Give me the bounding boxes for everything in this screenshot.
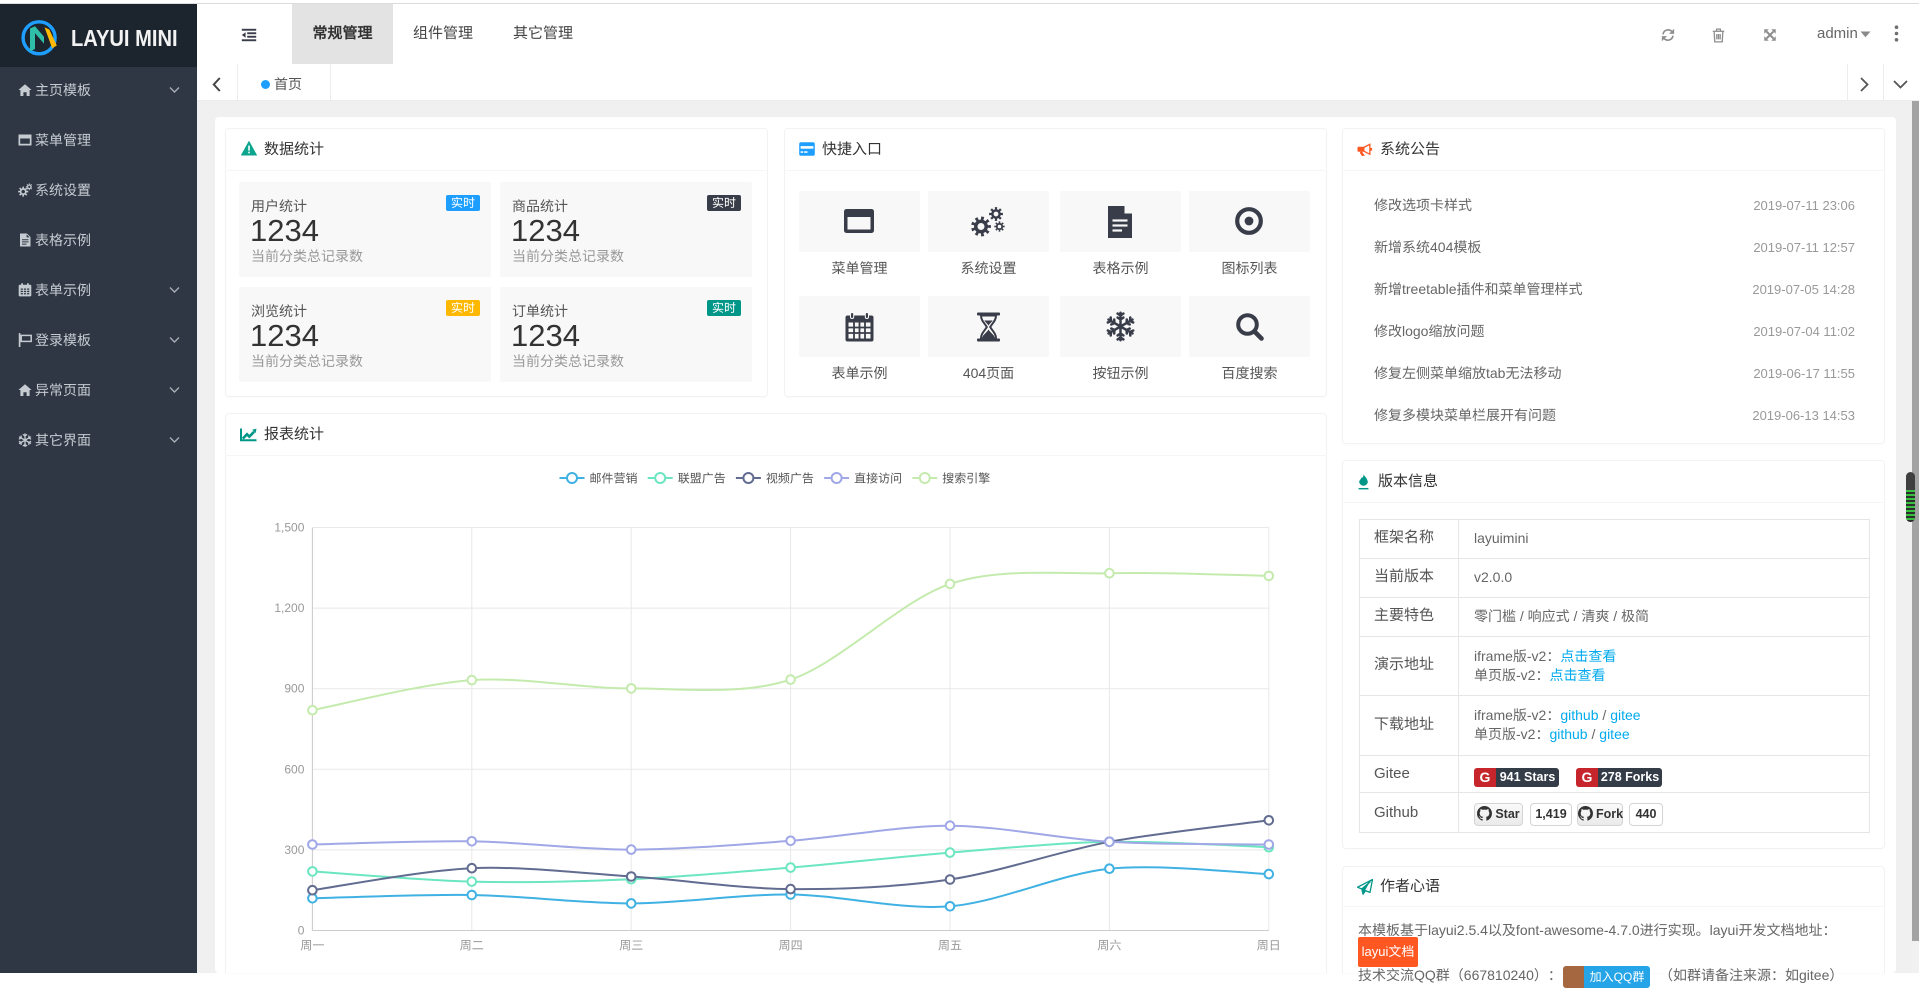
svg-text:周三: 周三 — [619, 939, 643, 953]
svg-text:邮件营销: 邮件营销 — [590, 472, 638, 486]
svg-text:周一: 周一 — [300, 939, 324, 953]
svg-text:1,500: 1,500 — [274, 521, 304, 535]
svg-text:1,200: 1,200 — [274, 601, 304, 615]
svg-text:周日: 周日 — [1257, 939, 1281, 953]
svg-text:搜索引擎: 搜索引擎 — [942, 472, 990, 486]
svg-text:联盟广告: 联盟广告 — [678, 472, 726, 486]
svg-text:周五: 周五 — [938, 939, 962, 953]
svg-text:900: 900 — [284, 682, 304, 696]
svg-text:周二: 周二 — [460, 939, 484, 953]
svg-text:视频广告: 视频广告 — [766, 472, 814, 486]
svg-text:0: 0 — [298, 924, 305, 938]
svg-text:周四: 周四 — [779, 939, 803, 953]
svg-text:周六: 周六 — [1097, 939, 1121, 953]
svg-text:300: 300 — [284, 843, 304, 857]
svg-text:600: 600 — [284, 762, 304, 776]
svg-text:直接访问: 直接访问 — [854, 472, 902, 486]
